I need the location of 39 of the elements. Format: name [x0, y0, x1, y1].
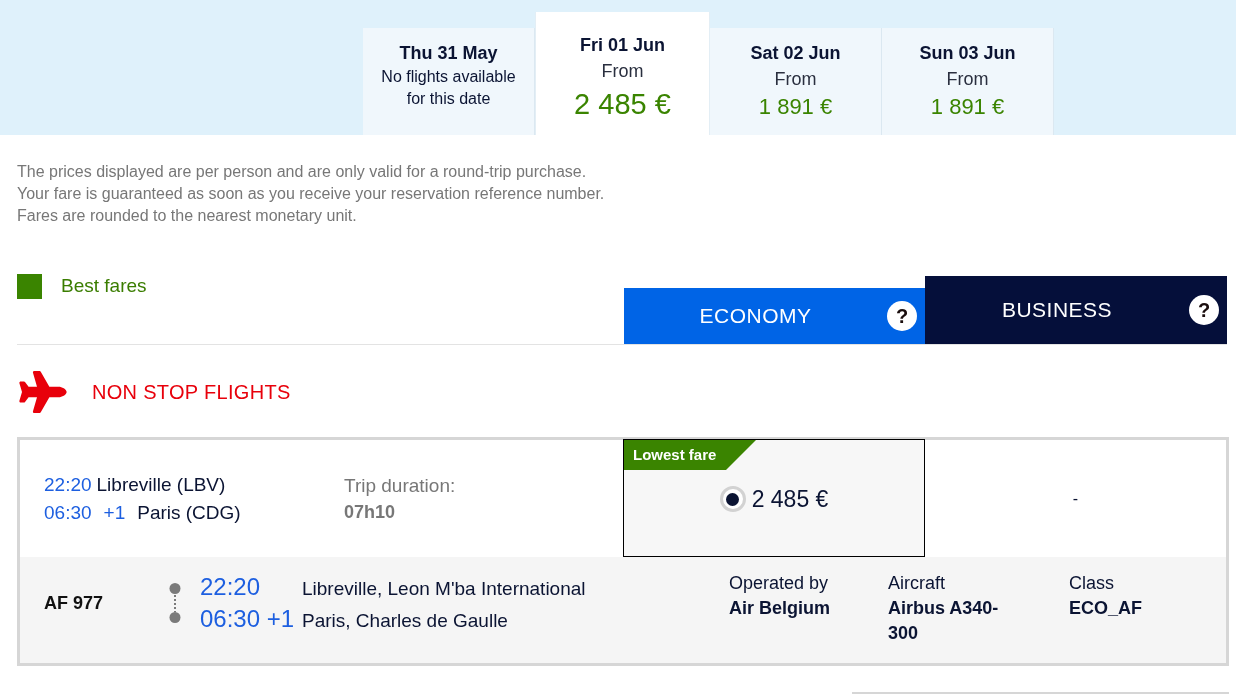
fare-note: Your fare is guaranteed as soon as you receive your reservation reference number. [17, 184, 606, 204]
flight-number: AF 977 [44, 591, 104, 615]
help-icon[interactable]: ? [887, 301, 917, 331]
duration-label: Trip duration: [344, 473, 457, 498]
fare-note: The prices displayed are per person and are only valid for a round-trip purchase. [17, 162, 588, 182]
class-label: Class [1069, 572, 1115, 595]
legend-label: Best fares [61, 274, 147, 298]
fare-option[interactable]: Lowest fare 2 485 € [623, 439, 925, 557]
date-tab[interactable]: Thu 31 May No flights available for this date [363, 28, 535, 135]
day-offset: +1 [103, 500, 126, 525]
fare-class-label: BUSINESS [1000, 297, 1114, 324]
date-tab[interactable]: Sun 03 Jun From 1 891 € [882, 28, 1054, 135]
airplane-icon [18, 371, 68, 413]
arrival-time: 06:30 +1 [200, 604, 296, 634]
departure-airport: Libreville, Leon M'ba International [302, 577, 587, 601]
departure-city: Libreville (LBV) [96, 472, 226, 497]
lowest-fare-badge: Lowest fare [624, 440, 756, 470]
duration-value: 07h10 [344, 500, 397, 524]
class-code: ECO_AF [1069, 597, 1142, 620]
timeline-icon [169, 583, 181, 623]
fare-class-label: ECONOMY [698, 303, 813, 330]
operator-name: Air Belgium [729, 597, 831, 620]
departure-time: 22:20 [44, 472, 92, 497]
no-fare-text: - [1072, 488, 1079, 509]
departure-time: 22:20 [200, 572, 262, 602]
date-tab[interactable]: Fri 01 Jun From 2 485 € [535, 12, 710, 135]
arrival-city: Paris (CDG) [137, 500, 241, 525]
fare-note: Fares are rounded to the nearest monetary unit. [17, 206, 358, 226]
legend-swatch-icon [17, 273, 42, 299]
aircraft-label: Aircraft [888, 572, 946, 595]
arrival-airport: Paris, Charles de Gaulle [302, 609, 509, 633]
help-icon[interactable]: ? [1189, 295, 1219, 325]
section-title: NON STOP FLIGHTS [92, 380, 291, 405]
operated-by-label: Operated by [729, 572, 830, 595]
arrival-time: 06:30 [44, 500, 92, 525]
aircraft-name: Airbus A340-300 [888, 597, 1000, 645]
radio-button[interactable] [719, 486, 746, 512]
fare-price: 2 485 € [751, 484, 829, 514]
date-tab[interactable]: Sat 02 Jun From 1 891 € [710, 28, 882, 135]
